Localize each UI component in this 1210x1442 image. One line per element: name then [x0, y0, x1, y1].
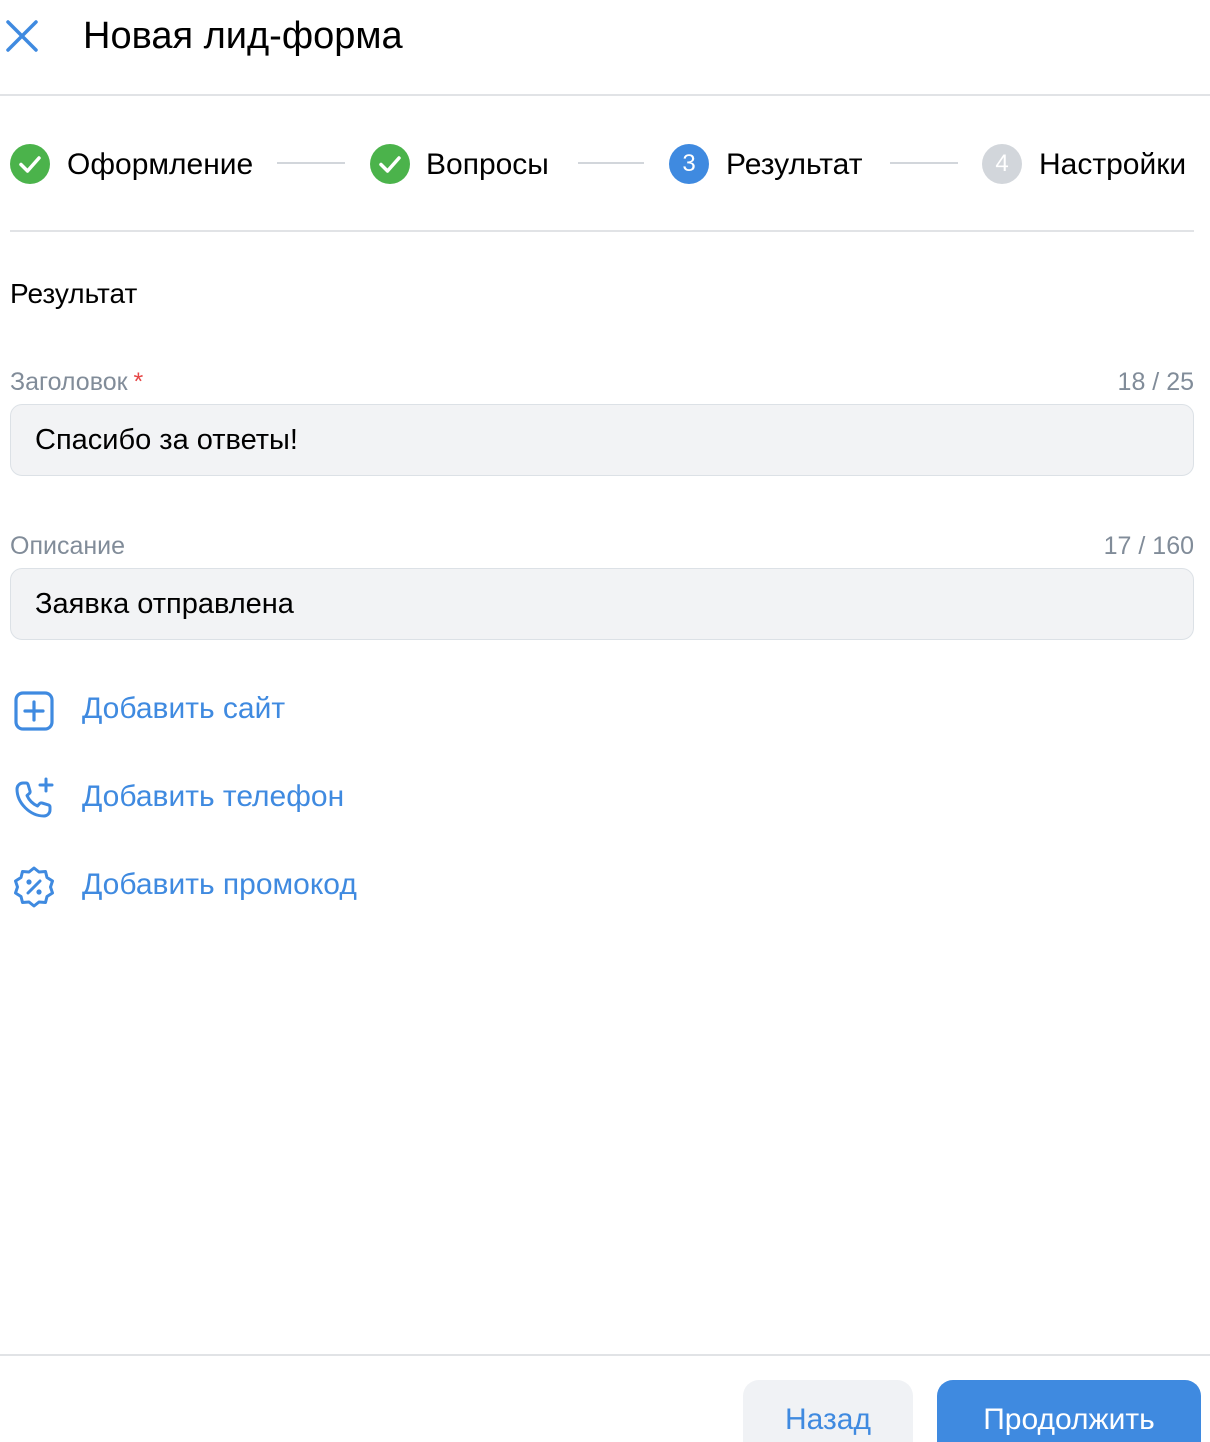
- back-button[interactable]: Назад: [743, 1380, 913, 1442]
- add-square-icon: [14, 691, 54, 731]
- heading-input[interactable]: [10, 404, 1194, 476]
- step-2-label[interactable]: Вопросы: [426, 146, 549, 184]
- check-icon: [19, 156, 41, 173]
- step-1-done-indicator: [10, 144, 50, 184]
- heading-label-text: Заголовок: [10, 368, 128, 396]
- section-title: Результат: [10, 278, 138, 309]
- add-promocode-button[interactable]: Добавить промокод: [10, 860, 610, 910]
- step-4-number: 4: [982, 144, 1022, 184]
- step-2-done-indicator: [370, 144, 410, 184]
- close-icon: [6, 20, 38, 52]
- lead-form-page: Новая лид-форма Оформление Вопросы 3 Рез…: [0, 0, 1210, 1442]
- add-promocode-label: Добавить промокод: [82, 868, 357, 901]
- footer-divider: [0, 1354, 1210, 1356]
- page-title: Новая лид-форма: [83, 15, 403, 57]
- description-input[interactable]: [10, 568, 1194, 640]
- step-3-number: 3: [669, 144, 709, 184]
- heading-char-counter: 18 / 25: [1117, 368, 1194, 396]
- continue-button[interactable]: Продолжить: [937, 1380, 1201, 1442]
- discount-badge-icon: [14, 866, 54, 908]
- step-3-label[interactable]: Результат: [726, 146, 862, 184]
- add-site-label: Добавить сайт: [82, 692, 286, 725]
- required-mark: *: [133, 368, 144, 396]
- step-connector: [890, 162, 958, 164]
- add-site-button[interactable]: Добавить сайт: [10, 684, 610, 734]
- description-field-label: Описание: [10, 532, 126, 560]
- step-1-label[interactable]: Оформление: [67, 146, 253, 184]
- stepper-divider: [10, 230, 1194, 232]
- step-connector: [578, 162, 644, 164]
- step-connector: [277, 162, 345, 164]
- add-phone-label: Добавить телефон: [82, 780, 345, 813]
- check-icon: [379, 156, 401, 173]
- step-4-label[interactable]: Настройки: [1039, 146, 1186, 184]
- header: Новая лид-форма: [0, 0, 1210, 96]
- add-phone-button[interactable]: Добавить телефон: [10, 772, 610, 822]
- heading-field-label: Заголовок *: [10, 366, 143, 398]
- phone-add-icon: [15, 777, 54, 818]
- close-button[interactable]: [2, 16, 42, 56]
- description-char-counter: 17 / 160: [1103, 532, 1194, 560]
